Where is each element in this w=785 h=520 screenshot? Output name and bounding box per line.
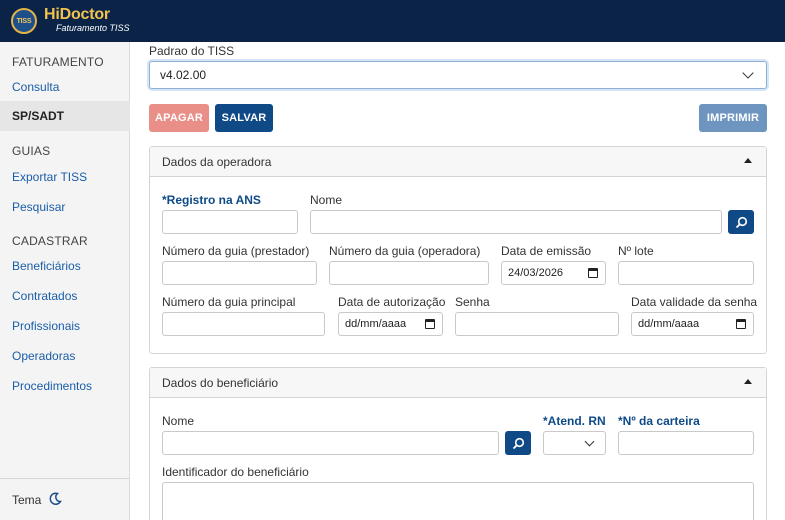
- sidebar-divider: [0, 478, 130, 479]
- num-guia-principal-input[interactable]: [162, 312, 325, 336]
- num-guia-operadora-label: Número da guia (operadora): [329, 244, 481, 258]
- sidebar-item-contratados[interactable]: Contratados: [12, 289, 77, 303]
- panel-dados-operadora: Dados da operadora *Registro na ANS Nome…: [149, 146, 767, 354]
- data-validade-senha-label: Data validade da senha: [631, 295, 758, 309]
- main-content: Padrao do TISS v4.02.00 APAGAR SALVAR IM…: [131, 42, 785, 520]
- nome-operadora-input[interactable]: [310, 210, 722, 234]
- calendar-icon[interactable]: [588, 268, 598, 278]
- salvar-button[interactable]: SALVAR: [215, 104, 273, 132]
- sidebar-item-label: SP/SADT: [12, 109, 65, 123]
- tiss-logo: TISS: [11, 8, 37, 34]
- data-emissao-input[interactable]: 24/03/2026: [501, 261, 606, 285]
- sidebar-item-procedimentos[interactable]: Procedimentos: [12, 379, 92, 393]
- sidebar: FATURAMENTO Consulta SP/SADT GUIAS Expor…: [0, 42, 130, 520]
- sidebar-item-profissionais[interactable]: Profissionais: [12, 319, 80, 333]
- padrao-tiss-select[interactable]: v4.02.00: [149, 61, 767, 89]
- brand-subtitle: Faturamento TISS: [56, 23, 130, 33]
- collapse-caret-icon[interactable]: [744, 379, 752, 384]
- data-autorizacao-placeholder: dd/mm/aaaa: [345, 318, 407, 330]
- data-autorizacao-label: Data de autorização: [338, 295, 446, 309]
- imprimir-button[interactable]: IMPRIMIR: [699, 104, 767, 132]
- apagar-button[interactable]: APAGAR: [149, 104, 209, 132]
- num-lote-label: Nº lote: [618, 244, 654, 258]
- nome-beneficiario-input[interactable]: [162, 431, 499, 455]
- nome-beneficiario-label: Nome: [162, 414, 195, 428]
- panel-dados-beneficiario: Dados do beneficiário Nome *Atend. RN *N…: [149, 367, 767, 520]
- panel-header[interactable]: Dados do beneficiário: [150, 368, 766, 398]
- sidebar-heading-cadastrar: CADASTRAR: [12, 234, 88, 248]
- padrao-tiss-label: Padrao do TISS: [149, 44, 235, 58]
- theme-toggle-label[interactable]: Tema: [12, 493, 41, 507]
- senha-input[interactable]: [455, 312, 619, 336]
- calendar-icon[interactable]: [425, 319, 435, 329]
- num-guia-prestador-input[interactable]: [162, 261, 317, 285]
- senha-label: Senha: [455, 295, 490, 309]
- calendar-icon[interactable]: [736, 319, 746, 329]
- num-guia-prestador-label: Número da guia (prestador): [162, 244, 310, 258]
- identificador-beneficiario-label: Identificador do beneficiário: [162, 465, 309, 479]
- search-icon: [735, 216, 747, 228]
- data-emissao-label: Data de emissão: [501, 244, 592, 258]
- chevron-down-icon: [742, 67, 754, 79]
- collapse-caret-icon[interactable]: [744, 158, 752, 163]
- search-beneficiario-button[interactable]: [505, 431, 531, 455]
- sidebar-item-sp-sadt[interactable]: SP/SADT: [0, 101, 130, 131]
- padrao-tiss-value: v4.02.00: [160, 68, 207, 82]
- sidebar-heading-faturamento: FATURAMENTO: [12, 55, 104, 69]
- registro-ans-label: *Registro na ANS: [162, 193, 261, 207]
- data-emissao-value: 24/03/2026: [508, 267, 564, 279]
- sidebar-item-pesquisar[interactable]: Pesquisar: [12, 200, 65, 214]
- sidebar-heading-guias: GUIAS: [12, 144, 51, 158]
- num-carteira-input[interactable]: [618, 431, 754, 455]
- atend-rn-label: *Atend. RN: [543, 414, 606, 428]
- search-operadora-button[interactable]: [728, 210, 754, 234]
- sidebar-item-exportar-tiss[interactable]: Exportar TISS: [12, 170, 87, 184]
- sidebar-item-operadoras[interactable]: Operadoras: [12, 349, 75, 363]
- chevron-down-icon: [584, 436, 595, 447]
- moon-icon[interactable]: [48, 492, 62, 506]
- identificador-beneficiario-input[interactable]: [162, 482, 754, 520]
- num-guia-operadora-input[interactable]: [329, 261, 489, 285]
- atend-rn-select[interactable]: [543, 431, 606, 455]
- panel-title: Dados da operadora: [162, 155, 272, 169]
- panel-header[interactable]: Dados da operadora: [150, 147, 766, 177]
- num-lote-input[interactable]: [618, 261, 754, 285]
- brand-name: HiDoctor: [44, 6, 110, 23]
- sidebar-item-beneficiarios[interactable]: Beneficiários: [12, 259, 81, 273]
- num-carteira-label: *Nº da carteira: [618, 414, 700, 428]
- search-icon: [512, 437, 524, 449]
- panel-title: Dados do beneficiário: [162, 376, 279, 390]
- data-validade-senha-input[interactable]: dd/mm/aaaa: [631, 312, 754, 336]
- sidebar-item-consulta[interactable]: Consulta: [12, 80, 59, 94]
- num-guia-principal-label: Número da guia principal: [162, 295, 296, 309]
- data-autorizacao-input[interactable]: dd/mm/aaaa: [338, 312, 443, 336]
- data-validade-senha-placeholder: dd/mm/aaaa: [638, 318, 700, 330]
- registro-ans-input[interactable]: [162, 210, 298, 234]
- nome-operadora-label: Nome: [310, 193, 343, 207]
- app-header: TISS HiDoctor Faturamento TISS: [0, 0, 785, 42]
